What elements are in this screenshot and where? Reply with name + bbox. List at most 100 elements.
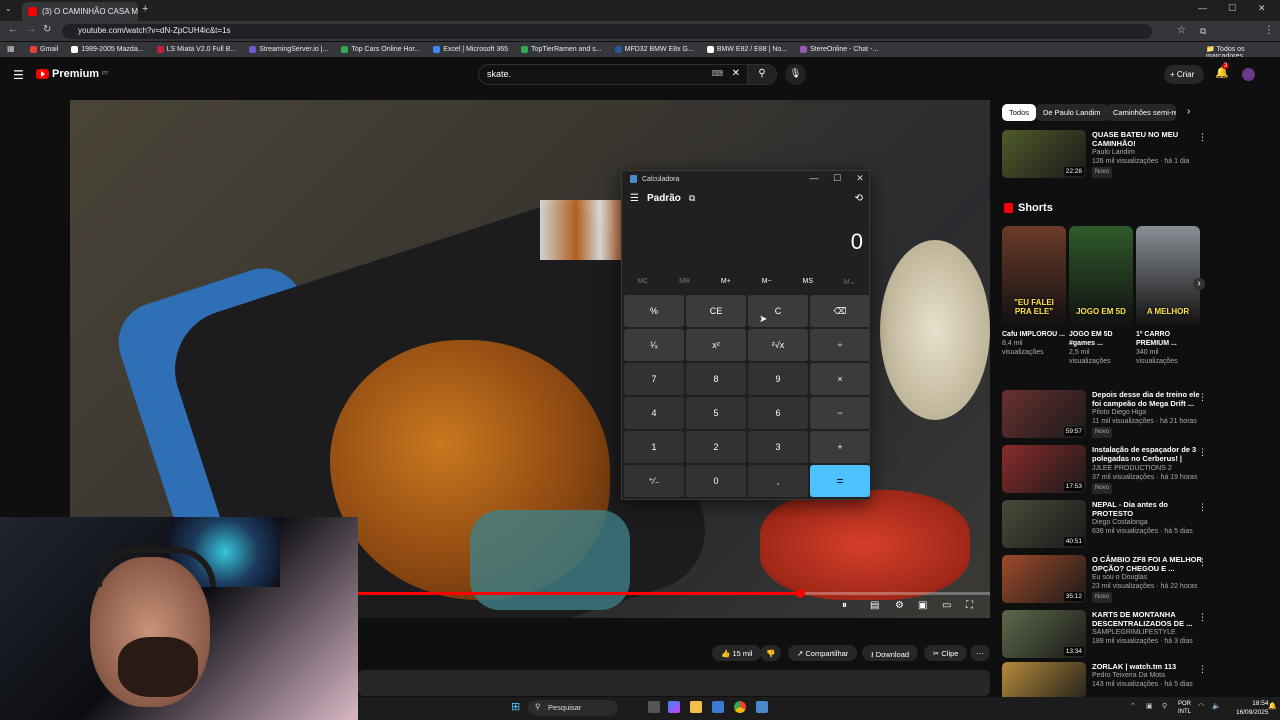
video-list-item[interactable]: 22:28 QUASE BATEU NO MEU CAMINHÃO! Paulo L… — [1002, 130, 1207, 180]
keyboard-language[interactable]: POR INTL — [1178, 700, 1191, 716]
calc-minimize-icon[interactable]: — — [804, 173, 824, 183]
video-more-icon[interactable]: ⋮ — [1198, 557, 1207, 568]
video-scrubber[interactable] — [796, 589, 805, 598]
avatar[interactable] — [1242, 68, 1255, 81]
calc-key[interactable]: 2 — [686, 431, 746, 463]
bookmark-item[interactable]: MFD32 BMW E8x G... — [614, 46, 694, 53]
video-title[interactable]: KARTS DE MONTANHA DESCENTRALIZADOS DE ..… — [1092, 610, 1202, 628]
video-more-icon[interactable]: ⋮ — [1198, 664, 1207, 675]
calc-maximize-icon[interactable]: ☐ — [827, 173, 847, 184]
video-title[interactable]: QUASE BATEU NO MEU CAMINHÃO! — [1092, 130, 1202, 148]
bookmark-item[interactable]: StereOnline - Chat -... — [800, 46, 878, 53]
subtitles-icon[interactable]: ▤ — [870, 600, 879, 611]
short-thumbnail[interactable]: "EU FALEI PRA ELE" — [1002, 226, 1066, 326]
file-explorer-icon[interactable] — [690, 701, 702, 713]
chip-de-paulo-landim[interactable]: De Paulo Landim — [1036, 104, 1108, 121]
short-title[interactable]: 1º CARRO PREMIUM ... — [1136, 330, 1200, 348]
more-actions-button[interactable]: ⋯ — [970, 645, 990, 661]
autoplay-toggle-icon[interactable]: ⏸ — [842, 600, 847, 611]
short-thumbnail[interactable]: A MELHOR — [1136, 226, 1200, 326]
video-thumbnail[interactable]: 40:51 — [1002, 500, 1086, 548]
wifi-icon[interactable]: ◠ — [1198, 702, 1204, 710]
forward-icon[interactable]: → — [26, 24, 36, 35]
calc-close-icon[interactable]: ✕ — [850, 173, 870, 184]
calc-key[interactable]: % — [624, 295, 684, 327]
like-button[interactable]: 👍 15 mil — [712, 645, 762, 661]
volume-icon[interactable]: 🔈 — [1212, 702, 1221, 710]
video-more-icon[interactable]: ⋮ — [1198, 502, 1207, 513]
calc-key[interactable]: 0 — [686, 465, 746, 497]
calc-key[interactable]: 7 — [624, 363, 684, 395]
youtube-logo[interactable]: Premium PT — [36, 68, 108, 80]
back-icon[interactable]: ← — [8, 24, 18, 35]
video-channel[interactable]: Piloto Diego Higa — [1092, 408, 1202, 417]
calc-key[interactable]: ⌫ — [810, 295, 870, 327]
video-channel[interactable]: Eu sou o Douglas — [1092, 573, 1202, 582]
notification-center-icon[interactable]: 🔔 — [1268, 702, 1277, 710]
memory-button[interactable]: MC — [637, 278, 648, 286]
task-view-icon[interactable] — [648, 701, 660, 713]
video-thumbnail[interactable]: 13:34 — [1002, 610, 1086, 658]
video-progress-bar[interactable] — [358, 592, 990, 595]
calc-key[interactable]: C — [748, 295, 808, 327]
video-title[interactable]: Instalação de espaçador de 3 polegadas n… — [1092, 445, 1202, 464]
bookmark-item[interactable]: TopTierRamen and s... — [521, 46, 602, 53]
bookmark-item[interactable]: StreamingServer.io |... — [249, 46, 328, 53]
memory-button[interactable]: M⌄ — [844, 278, 856, 286]
short-title[interactable]: JOGO EM 5D #games ... — [1069, 330, 1133, 348]
memory-button[interactable]: M+ — [721, 278, 731, 286]
calc-key[interactable]: + — [810, 431, 870, 463]
video-more-icon[interactable]: ⋮ — [1198, 447, 1207, 458]
search-input[interactable]: skate. ⌨ ✕ — [478, 64, 748, 85]
history-icon[interactable]: ⟲ — [855, 193, 863, 204]
tray-usb-icon[interactable]: ⚲ — [1162, 702, 1167, 710]
theater-mode-icon[interactable]: ▭ — [942, 600, 951, 611]
video-list-item[interactable]: 40:51 NEPAL - Dia antes do PROTESTO Diego … — [1002, 500, 1207, 550]
clear-search-icon[interactable]: ✕ — [732, 68, 740, 79]
search-button[interactable]: ⚲ — [747, 64, 777, 85]
calc-key[interactable]: − — [810, 397, 870, 429]
window-maximize-icon[interactable]: ☐ — [1228, 3, 1236, 14]
clip-button[interactable]: ✂ Clipe — [924, 645, 968, 661]
window-minimize-icon[interactable]: — — [1198, 3, 1207, 13]
copilot-icon[interactable] — [668, 701, 680, 713]
memory-button[interactable]: M− — [762, 278, 772, 286]
calc-key[interactable]: ²√x — [748, 329, 808, 361]
fullscreen-icon[interactable]: ⛶ — [966, 600, 973, 611]
video-thumbnail[interactable]: 35:12 — [1002, 555, 1086, 603]
bookmark-item[interactable]: Gmail — [30, 46, 58, 53]
url-field[interactable]: youtube.com/watch?v=dN-ZpCUH4ic&t=1s — [62, 24, 1152, 39]
keyboard-icon[interactable]: ⌨ — [711, 69, 723, 78]
short-thumbnail[interactable]: JOGO EM 5D — [1069, 226, 1133, 326]
share-button[interactable]: ↗ Compartilhar — [788, 645, 858, 661]
download-button[interactable]: ⭳ Download — [862, 645, 919, 661]
chip-all[interactable]: Todos — [1002, 104, 1037, 121]
calc-key[interactable]: ¹⁄ₓ — [624, 329, 684, 361]
calc-menu-icon[interactable]: ☰ — [630, 193, 639, 204]
new-tab-icon[interactable]: + — [142, 3, 148, 15]
video-thumbnail[interactable]: 17:53 — [1002, 445, 1086, 493]
short-title[interactable]: Cafu IMPLOROU ... — [1002, 330, 1066, 339]
apps-grid-icon[interactable]: ▦ — [7, 44, 15, 53]
video-title[interactable]: Depois desse dia de treino ele foi campe… — [1092, 390, 1202, 408]
hamburger-menu-icon[interactable]: ☰ — [13, 68, 24, 82]
chip-caminhoes[interactable]: Caminhões semi-re — [1106, 104, 1176, 121]
settings-gear-icon[interactable]: ⚙ — [895, 600, 904, 611]
video-more-icon[interactable]: ⋮ — [1198, 392, 1207, 403]
video-title[interactable]: ZORLAK | watch.tm 113 — [1092, 662, 1193, 671]
tray-app-icon[interactable]: ▣ — [1146, 702, 1153, 710]
calc-key[interactable]: × — [810, 363, 870, 395]
menu-kebab-icon[interactable]: ⋮ — [1264, 25, 1274, 36]
video-title[interactable]: O CÂMBIO ZF8 FOI A MELHOR OPÇÃO? CHEGOU … — [1092, 555, 1202, 573]
memory-button[interactable]: MS — [802, 278, 813, 286]
dislike-button[interactable]: 👎 — [760, 645, 782, 661]
calc-key[interactable]: ⁺⁄₋ — [624, 465, 684, 497]
tab-search-icon[interactable]: ⌄ — [5, 4, 12, 13]
bookmark-item[interactable]: Top Cars Online Hor... — [341, 46, 420, 53]
video-thumbnail[interactable]: 59:57 — [1002, 390, 1086, 438]
video-list-item[interactable]: 17:53 Instalação de espaçador de 3 polega… — [1002, 445, 1207, 495]
bookmark-item[interactable]: LS Miata V2.0 Full B... — [156, 46, 236, 53]
video-channel[interactable]: JJLEE PRODUCTIONS 2 — [1092, 464, 1202, 473]
calc-key[interactable]: 3 — [748, 431, 808, 463]
extensions-icon[interactable]: ⧉ — [1200, 26, 1206, 37]
